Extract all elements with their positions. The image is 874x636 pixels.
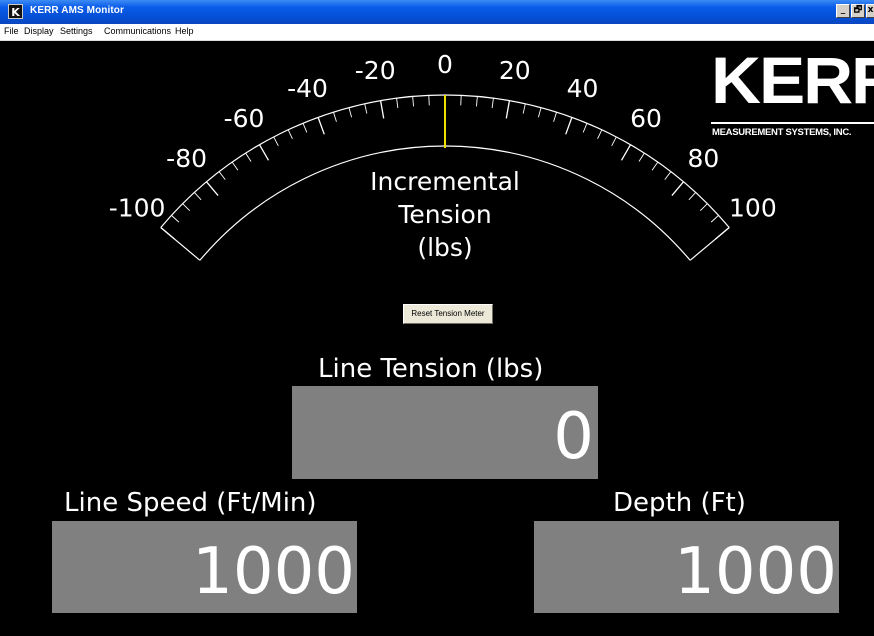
gauge-label-line-2: Tension [397, 200, 491, 229]
gauge-minor-tick [287, 129, 293, 140]
gauge-minor-tick [333, 112, 337, 122]
line-tension-readout: 0 [292, 386, 598, 479]
gauge-minor-tick [638, 152, 645, 162]
line-tension-label: Line Tension (lbs) [318, 354, 544, 384]
gauge-minor-tick [537, 107, 542, 118]
gauge-major-tick [671, 181, 684, 197]
gauge-minor-tick [582, 123, 588, 133]
gauge-major-tick [379, 100, 385, 119]
gauge-minor-tick [273, 136, 279, 146]
gauge-scale-label: 100 [729, 194, 777, 223]
gauge-minor-tick [597, 129, 603, 140]
gauge-minor-tick [218, 171, 226, 180]
gauge-minor-tick [245, 152, 252, 162]
gauge-minor-tick [194, 192, 202, 201]
gauge-minor-tick [412, 96, 414, 107]
logo-word: KERR [711, 48, 874, 117]
gauge-left-edge [160, 227, 201, 261]
kerr-logo: KERR MEASUREMENT SYSTEMS, INC. [711, 48, 874, 140]
line-speed-value: 1000 [192, 535, 355, 609]
gauge-minor-tick [491, 98, 494, 109]
gauge-major-tick [258, 144, 270, 161]
gauge-minor-tick [611, 136, 617, 146]
reset-tension-meter-button[interactable]: Reset Tension Meter [403, 304, 493, 324]
gauge-label-line-1: Incremental [370, 167, 520, 196]
gauge-scale-labels: -100-80 -60 -40 -20 0 20 40 60 80 100 [109, 50, 777, 223]
gauge-minor-tick [664, 171, 672, 180]
gauge-minor-tick [476, 96, 478, 107]
gauge-major-tick [206, 181, 219, 197]
gauge-scale-label: -60 [224, 104, 265, 133]
gauge-major-tick [317, 117, 325, 135]
depth-readout: 1000 [534, 521, 839, 613]
gauge-scale-label: 20 [499, 56, 531, 85]
gauge-scale-label: -100 [109, 194, 166, 223]
line-speed-readout: 1000 [52, 521, 357, 613]
gauge-minor-tick [522, 103, 526, 114]
logo-subtitle: MEASUREMENT SYSTEMS, INC. [712, 127, 852, 138]
gauge-scale-label: -40 [287, 74, 328, 103]
gauge-scale-label: -80 [166, 144, 207, 173]
gauge-minor-tick [171, 215, 180, 223]
gauge-minor-tick [364, 103, 368, 114]
gauge-minor-tick [396, 98, 399, 109]
gauge-minor-tick [231, 161, 239, 171]
gauge-major-tick [565, 117, 573, 135]
gauge-minor-tick [699, 203, 708, 212]
line-tension-value: 0 [553, 400, 594, 474]
gauge-minor-tick [651, 161, 659, 171]
gauge-major-tick [505, 100, 511, 119]
gauge-minor-tick [302, 123, 308, 133]
depth-label: Depth (Ft) [613, 488, 746, 518]
gauge-scale-label: 0 [437, 50, 453, 79]
gauge-minor-tick [710, 215, 719, 223]
gauge-minor-tick [348, 107, 353, 118]
gauge-scale-label: 60 [630, 104, 662, 133]
logo-rule [711, 122, 874, 124]
gauge-minor-tick [182, 203, 191, 212]
tension-gauge: -100-80 -60 -40 -20 0 20 40 60 80 100 Incremental… [109, 50, 777, 262]
gauge-minor-tick [688, 192, 696, 201]
gauge-label-line-3: (lbs) [417, 233, 472, 262]
line-speed-label: Line Speed (Ft/Min) [64, 488, 317, 518]
gauge-major-tick [620, 144, 632, 161]
depth-value: 1000 [674, 535, 837, 609]
gauge-scale-label: 80 [687, 144, 719, 173]
gauge-right-edge [689, 227, 730, 261]
gauge-minor-tick [553, 112, 557, 122]
gauge-scale-label: -20 [355, 56, 396, 85]
gauge-scale-label: 40 [567, 74, 599, 103]
